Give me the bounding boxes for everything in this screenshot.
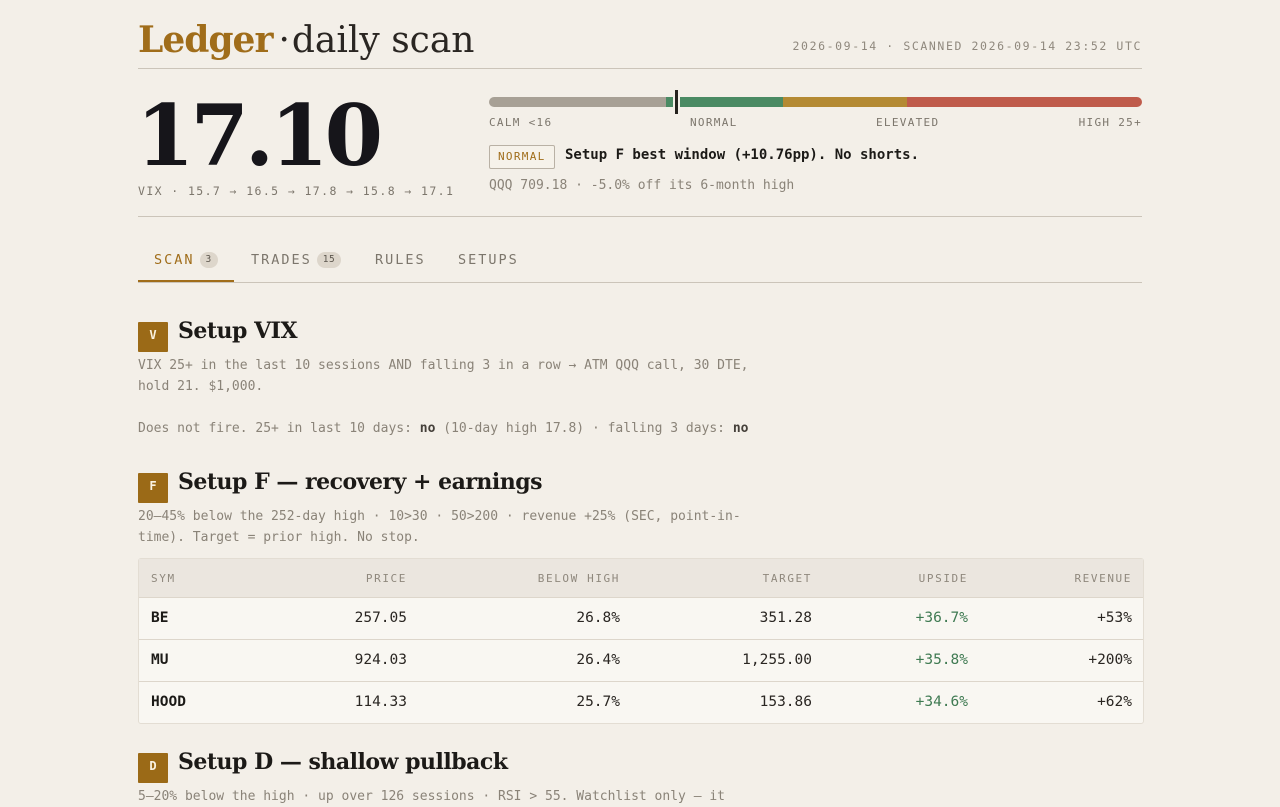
cell-revenue: +200% (1088, 652, 1132, 668)
tab-scan[interactable]: SCAN 3 (138, 238, 234, 282)
cell-price: 114.33 (354, 694, 407, 710)
status-prefix: Does not fire. 25+ in last 10 days: (138, 421, 420, 436)
tab-trades[interactable]: TRADES 15 (251, 238, 342, 281)
table-row[interactable]: BE 257.05 26.8% 351.28 +36.7% +53% (139, 597, 1143, 639)
setup-vix-letter-badge: V (138, 322, 168, 352)
zone-label-calm: CALM <16 (489, 116, 553, 129)
brand-separator: · (278, 20, 290, 61)
cell-below-high: 26.4% (576, 652, 620, 668)
status-mid: (10-day high 17.8) · falling 3 days: (435, 421, 733, 436)
zone-label-elevated: ELEVATED (876, 116, 940, 129)
gauge-segment-elevated (783, 97, 907, 107)
tab-scan-count: 3 (199, 252, 218, 268)
tab-scan-label: SCAN (154, 252, 195, 268)
cell-target: 1,255.00 (742, 652, 812, 668)
col-sym[interactable]: SYM (151, 559, 176, 599)
tab-setups[interactable]: SETUPS (458, 238, 519, 281)
tab-trades-label: TRADES (251, 252, 312, 268)
qqq-summary: QQQ 709.18 · -5.0% off its 6-month high (489, 178, 795, 193)
setup-f-rule: 20–45% below the 252-day high · 10>30 · … (138, 509, 741, 545)
gauge-segment-normal (666, 97, 783, 107)
gauge-segment-high (907, 97, 1142, 107)
col-below-high[interactable]: BELOW HIGH (538, 559, 620, 599)
cell-revenue: +53% (1097, 610, 1132, 626)
col-upside[interactable]: UPSIDE (919, 559, 968, 599)
vix-value: 17.10 (136, 86, 383, 185)
regime-badge: NORMAL (489, 145, 555, 169)
setup-vix-rule: VIX 25+ in the last 10 sessions AND fall… (138, 358, 749, 394)
tab-trades-count: 15 (316, 252, 342, 268)
setup-vix-status: Does not fire. 25+ in last 10 days: no (… (138, 418, 938, 439)
cell-price: 924.03 (354, 652, 407, 668)
setup-d-rule: 5–20% below the high · up over 126 sessi… (138, 789, 725, 804)
setup-d-letter-badge: D (138, 753, 168, 783)
setup-d-title: Setup D — shallow pullback (178, 749, 508, 775)
page-subtitle: daily scan (291, 20, 475, 61)
app-logo[interactable]: Ledger (138, 19, 273, 61)
cell-sym: MU (151, 652, 169, 668)
cell-sym: BE (151, 610, 169, 626)
regime-headline: Setup F best window (+10.76pp). No short… (565, 147, 920, 163)
brand: Ledger ·daily scan (138, 18, 475, 63)
page-header: Ledger ·daily scan 2026-09-14 · SCANNED 2… (138, 18, 1142, 69)
status-value-falling: no (732, 421, 749, 436)
divider (138, 216, 1142, 217)
tab-rules-label: RULES (375, 252, 426, 268)
table-header-row: SYM PRICE BELOW HIGH TARGET UPSIDE REVEN… (139, 559, 1143, 597)
setup-vix-title: Setup VIX (178, 318, 298, 344)
cell-target: 153.86 (759, 694, 812, 710)
gauge-zone-labels: CALM <16 NORMAL ELEVATED HIGH 25+ (489, 116, 1142, 130)
vix-regime-gauge (489, 90, 1142, 114)
table-row[interactable]: MU 924.03 26.4% 1,255.00 +35.8% +200% (139, 639, 1143, 681)
setup-f-title: Setup F — recovery + earnings (178, 469, 543, 495)
tab-bar: SCAN 3 TRADES 15 RULES SETUPS (138, 238, 1142, 283)
tab-rules[interactable]: RULES (375, 238, 426, 281)
gauge-segment-calm (489, 97, 666, 107)
col-revenue[interactable]: REVENUE (1074, 559, 1132, 599)
cell-price: 257.05 (354, 610, 407, 626)
zone-label-high: HIGH 25+ (1078, 116, 1142, 129)
cell-below-high: 26.8% (576, 610, 620, 626)
cell-target: 351.28 (759, 610, 812, 626)
scan-timestamp: 2026-09-14 · SCANNED 2026-09-14 23:52 UT… (792, 39, 1142, 53)
setup-f-table: SYM PRICE BELOW HIGH TARGET UPSIDE REVEN… (138, 558, 1144, 724)
setup-f-letter-badge: F (138, 473, 168, 503)
status-value-25plus: no (419, 421, 436, 436)
zone-label-normal: NORMAL (690, 116, 738, 129)
cell-below-high: 25.7% (576, 694, 620, 710)
cell-upside: +35.8% (915, 652, 968, 668)
vix-trail: VIX · 15.7 → 16.5 → 17.8 → 15.8 → 17.1 (138, 184, 455, 198)
tab-setups-label: SETUPS (458, 252, 519, 268)
col-target[interactable]: TARGET (763, 559, 812, 599)
table-row[interactable]: HOOD 114.33 25.7% 153.86 +34.6% +62% (139, 681, 1143, 723)
col-price[interactable]: PRICE (366, 559, 407, 599)
cell-sym: HOOD (151, 694, 186, 710)
cell-upside: +36.7% (915, 610, 968, 626)
gauge-marker (673, 90, 680, 114)
cell-upside: +34.6% (915, 694, 968, 710)
cell-revenue: +62% (1097, 694, 1132, 710)
